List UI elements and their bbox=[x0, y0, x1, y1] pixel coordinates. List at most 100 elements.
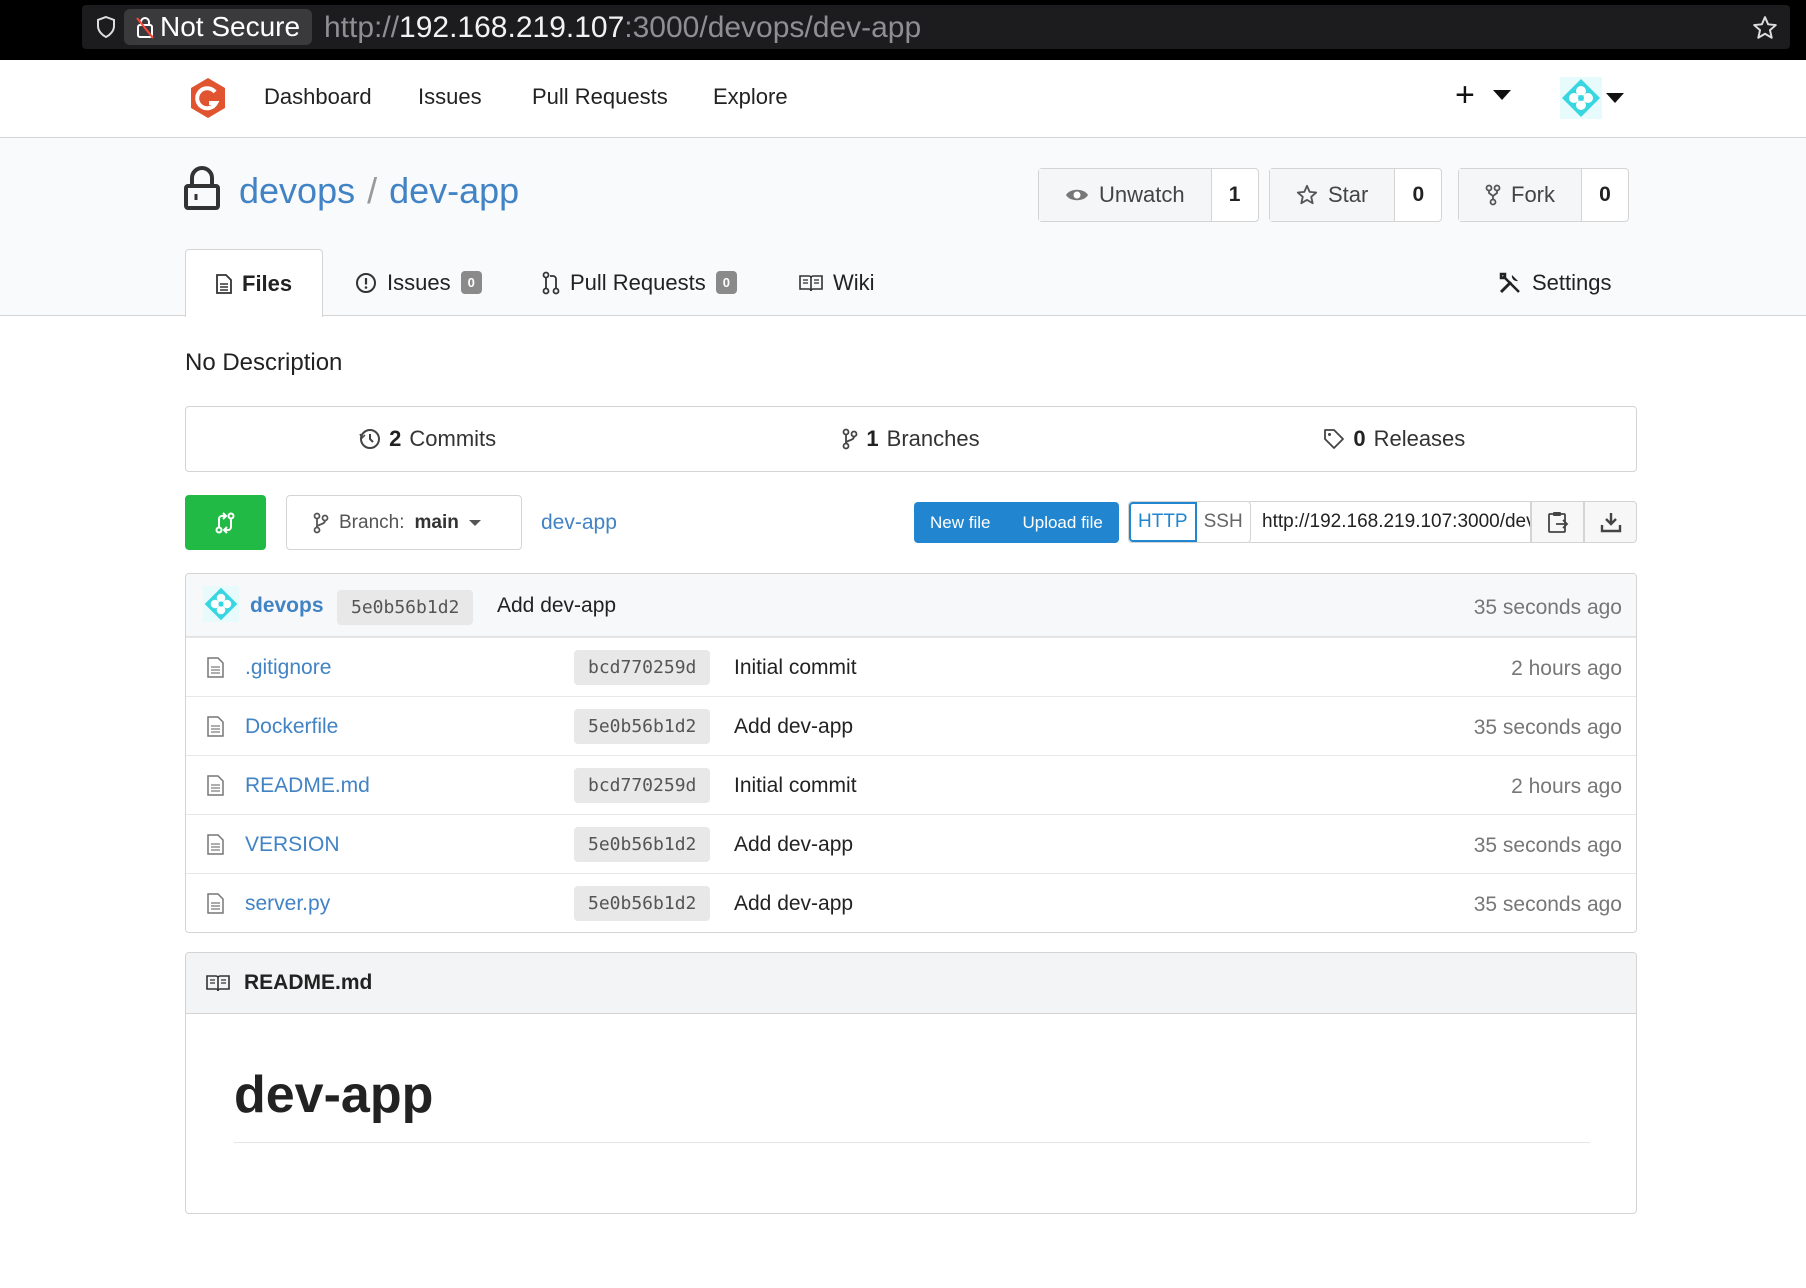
lock-icon bbox=[184, 166, 220, 210]
branches-label: Branches bbox=[886, 426, 980, 451]
fork-count[interactable]: 0 bbox=[1582, 169, 1628, 221]
alert-circle-icon bbox=[356, 272, 376, 293]
file-commit-message[interactable]: Add dev-app bbox=[734, 892, 853, 916]
create-menu[interactable]: + bbox=[1455, 78, 1511, 112]
clipboard-icon bbox=[1547, 512, 1568, 533]
star-count[interactable]: 0 bbox=[1395, 169, 1441, 221]
not-secure-badge[interactable]: Not Secure bbox=[124, 9, 313, 45]
upload-file-button[interactable]: Upload file bbox=[1006, 502, 1118, 543]
compare-button[interactable] bbox=[185, 495, 266, 550]
unwatch-button[interactable]: Unwatch bbox=[1039, 169, 1212, 221]
nav-issues[interactable]: Issues bbox=[418, 84, 482, 110]
tab-wiki[interactable]: Wiki bbox=[799, 249, 875, 316]
browser-toolbar: Not Secure http://192.168.219.107:3000/d… bbox=[0, 0, 1806, 60]
book-icon bbox=[206, 975, 230, 992]
fork-button-group: Fork 0 bbox=[1458, 168, 1629, 222]
top-navbar: Dashboard Issues Pull Requests Explore + bbox=[0, 60, 1806, 138]
star-button-group: Star 0 bbox=[1269, 168, 1443, 222]
file-name[interactable]: VERSION bbox=[245, 833, 340, 857]
tab-pull-requests[interactable]: Pull Requests 0 bbox=[542, 249, 737, 316]
repo-owner-link[interactable]: devops bbox=[239, 170, 355, 211]
repo-description: No Description bbox=[185, 349, 343, 376]
tab-issues-label: Issues bbox=[387, 269, 451, 295]
eye-icon bbox=[1066, 189, 1088, 201]
file-icon bbox=[216, 273, 232, 294]
address-bar[interactable]: Not Secure http://192.168.219.107:3000/d… bbox=[82, 5, 1790, 49]
readme-header: README.md bbox=[186, 953, 1636, 1014]
file-commit-sha[interactable]: bcd770259d bbox=[574, 650, 711, 685]
file-commit-sha[interactable]: 5e0b56b1d2 bbox=[574, 709, 711, 744]
fork-button[interactable]: Fork bbox=[1459, 169, 1582, 221]
chevron-down-icon bbox=[1606, 93, 1624, 103]
tab-issues[interactable]: Issues 0 bbox=[355, 249, 482, 316]
repo-separator: / bbox=[367, 170, 378, 211]
commits-stat[interactable]: 2 Commits bbox=[186, 407, 669, 471]
file-actions-group: New file Upload file bbox=[914, 502, 1119, 543]
file-commit-message[interactable]: Add dev-app bbox=[734, 833, 853, 857]
issues-count-badge: 0 bbox=[460, 271, 482, 294]
table-row: VERSION 5e0b56b1d2 Add dev-app 35 second… bbox=[186, 814, 1636, 873]
file-commit-message[interactable]: Initial commit bbox=[734, 656, 857, 680]
shield-icon[interactable] bbox=[94, 15, 118, 39]
file-icon bbox=[207, 716, 224, 737]
repo-header: devops / dev-app Unwatch 1 Star 0 Fork 0 F… bbox=[0, 138, 1806, 317]
unwatch-label: Unwatch bbox=[1099, 182, 1185, 207]
commit-author[interactable]: devops bbox=[250, 594, 324, 618]
nav-dashboard[interactable]: Dashboard bbox=[264, 84, 372, 110]
file-commit-message[interactable]: Initial commit bbox=[734, 774, 857, 798]
file-commit-time: 2 hours ago bbox=[1511, 657, 1622, 680]
branch-dropdown[interactable]: Branch: main bbox=[286, 495, 522, 550]
gitea-logo-icon[interactable] bbox=[187, 77, 229, 119]
file-name[interactable]: server.py bbox=[245, 892, 330, 916]
tab-settings-label: Settings bbox=[1532, 269, 1612, 295]
file-name[interactable]: Dockerfile bbox=[245, 715, 338, 739]
watch-button-group: Unwatch 1 bbox=[1038, 168, 1259, 222]
repo-name-link[interactable]: dev-app bbox=[389, 170, 519, 211]
url-text[interactable]: http://192.168.219.107:3000/devops/dev-a… bbox=[324, 11, 921, 45]
http-button[interactable]: HTTP bbox=[1129, 502, 1197, 542]
not-secure-label: Not Secure bbox=[160, 11, 301, 42]
pulls-count-badge: 0 bbox=[715, 271, 737, 294]
file-commit-message[interactable]: Add dev-app bbox=[734, 715, 853, 739]
url-host: 192.168.219.107 bbox=[399, 11, 625, 44]
copy-url-button[interactable] bbox=[1531, 501, 1584, 543]
table-row: server.py 5e0b56b1d2 Add dev-app 35 seco… bbox=[186, 873, 1636, 932]
avatar-icon[interactable] bbox=[203, 586, 239, 622]
tag-icon bbox=[1324, 429, 1345, 449]
file-commit-sha[interactable]: 5e0b56b1d2 bbox=[574, 827, 711, 862]
download-button[interactable] bbox=[1584, 501, 1637, 543]
bookmark-star-icon[interactable] bbox=[1752, 15, 1778, 41]
file-commit-sha[interactable]: 5e0b56b1d2 bbox=[574, 886, 711, 921]
ssh-button[interactable]: SSH bbox=[1197, 502, 1250, 542]
compare-icon bbox=[215, 512, 235, 534]
watch-count[interactable]: 1 bbox=[1212, 169, 1258, 221]
readme-panel: README.md dev-app bbox=[185, 952, 1637, 1214]
nav-pull-requests[interactable]: Pull Requests bbox=[532, 84, 668, 110]
file-commit-sha[interactable]: bcd770259d bbox=[574, 768, 711, 803]
tab-settings[interactable]: Settings bbox=[1498, 249, 1612, 316]
file-commit-time: 35 seconds ago bbox=[1473, 834, 1622, 857]
file-icon bbox=[207, 657, 224, 678]
nav-explore[interactable]: Explore bbox=[713, 84, 788, 110]
tab-files[interactable]: Files bbox=[185, 249, 324, 317]
readme-heading: dev-app bbox=[234, 1066, 434, 1124]
commit-sha[interactable]: 5e0b56b1d2 bbox=[337, 590, 474, 625]
plus-icon: + bbox=[1455, 76, 1475, 114]
chevron-down-icon bbox=[468, 519, 481, 526]
star-button[interactable]: Star bbox=[1270, 169, 1396, 221]
tab-wiki-label: Wiki bbox=[833, 269, 875, 295]
breadcrumb-repo[interactable]: dev-app bbox=[541, 511, 617, 535]
new-file-button[interactable]: New file bbox=[914, 502, 1006, 543]
readme-filename: README.md bbox=[244, 971, 373, 994]
file-name[interactable]: README.md bbox=[245, 774, 370, 798]
tab-files-label: Files bbox=[242, 270, 293, 296]
branches-stat[interactable]: 1 Branches bbox=[669, 407, 1152, 471]
file-name[interactable]: .gitignore bbox=[245, 656, 331, 680]
latest-commit-bar: devops 5e0b56b1d2 Add dev-app 35 seconds… bbox=[186, 574, 1636, 637]
file-commit-time: 2 hours ago bbox=[1511, 775, 1622, 798]
releases-stat[interactable]: 0 Releases bbox=[1153, 407, 1636, 471]
clone-url-input[interactable]: http://192.168.219.107:3000/devops/dev-a… bbox=[1249, 501, 1531, 543]
user-menu[interactable] bbox=[1560, 77, 1624, 119]
commits-count: 2 bbox=[389, 426, 402, 451]
commit-message[interactable]: Add dev-app bbox=[497, 594, 616, 618]
